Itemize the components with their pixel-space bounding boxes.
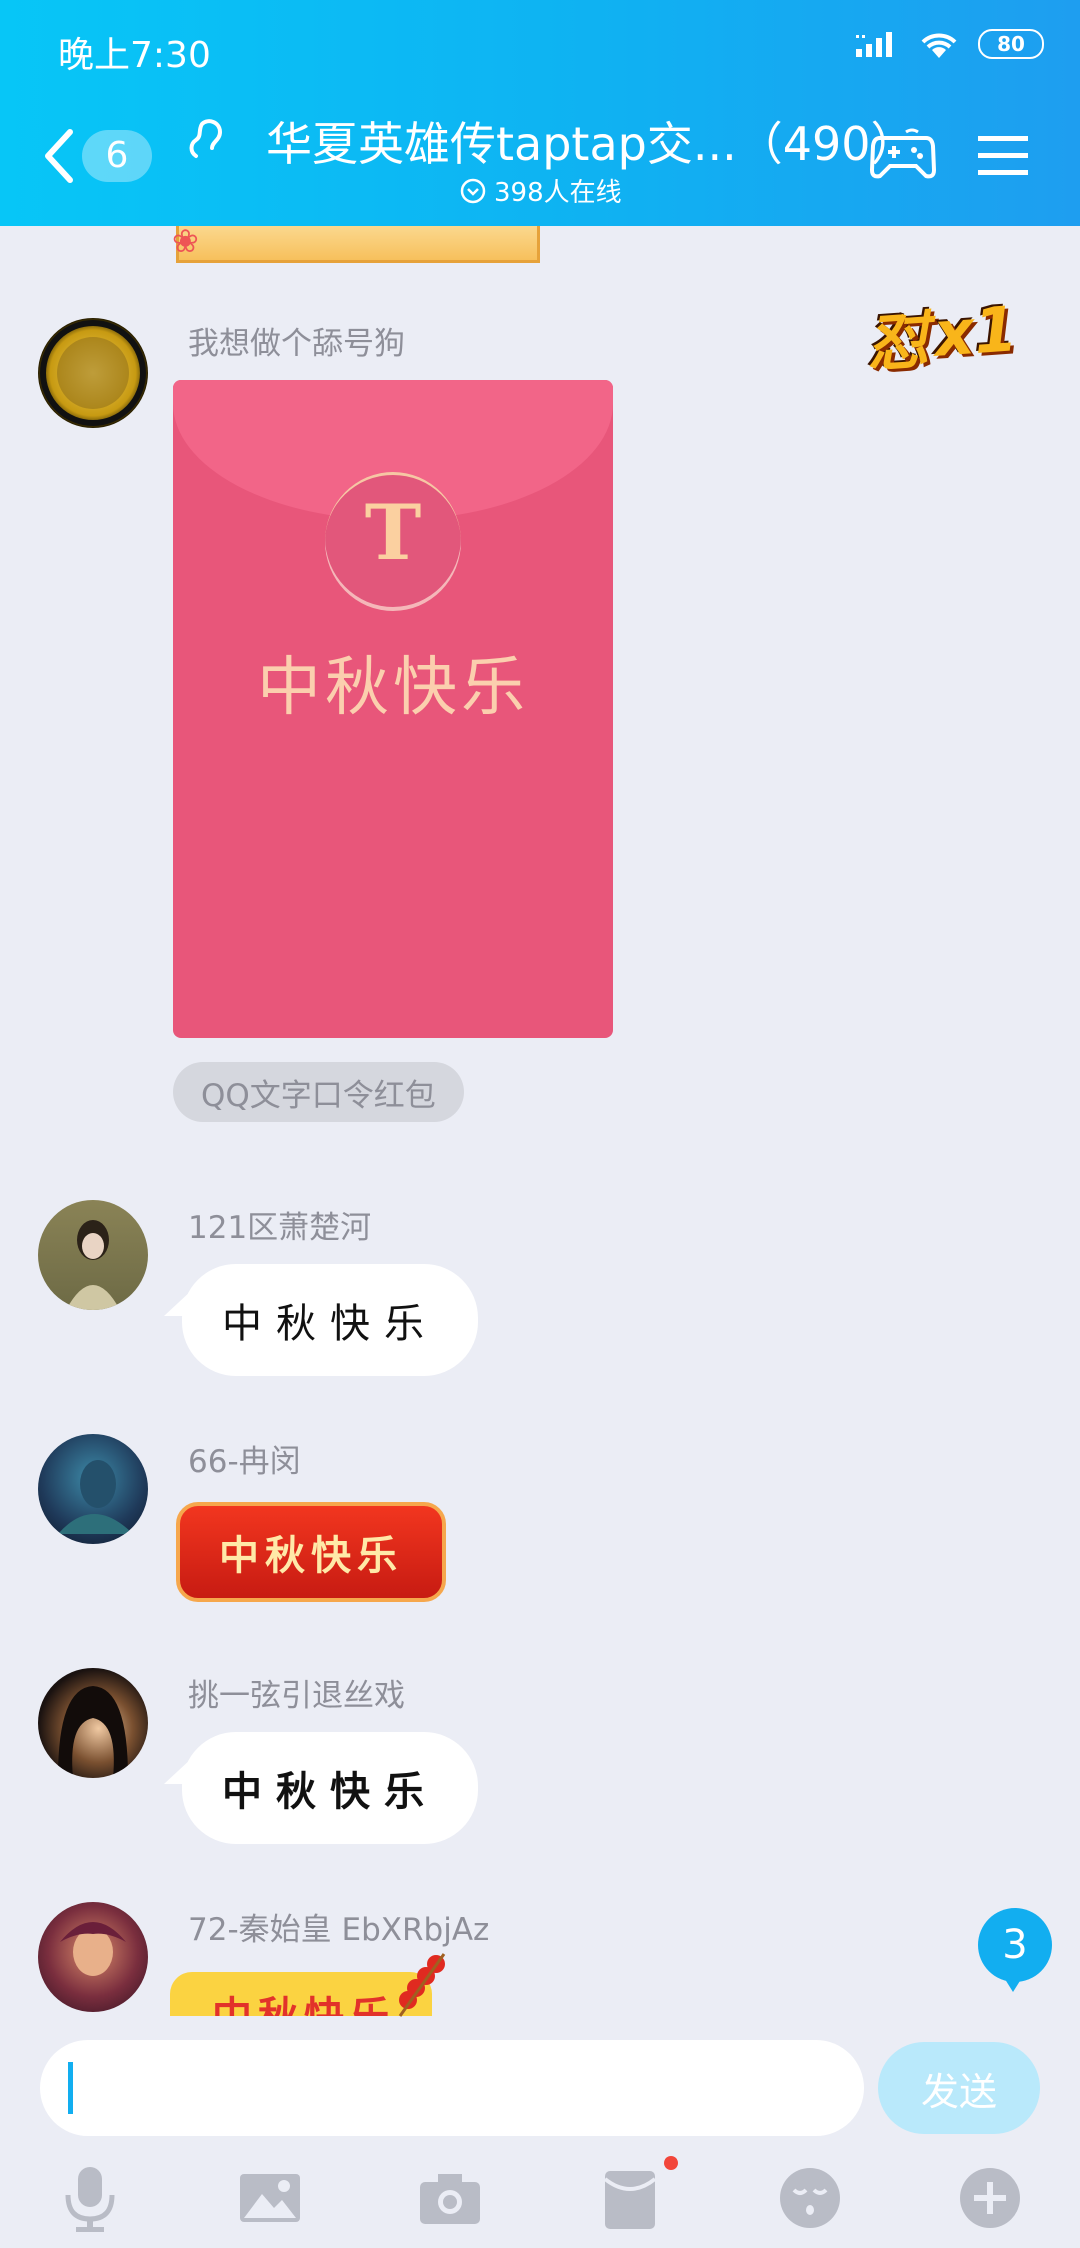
chat-header: 晚上7:30 80 6 华夏英雄传taptap交...（490） 398人在线 [0,0,1080,226]
red-packet-icon[interactable] [590,2158,670,2238]
reaction-badge[interactable]: 怼 x1 [863,279,1059,384]
status-icons: 80 [856,28,1044,60]
online-status[interactable]: 398人在线 [460,172,622,209]
text-cursor [68,2062,73,2114]
red-packet-icon: T [364,488,422,577]
red-packet-message[interactable]: T 中秋快乐 [173,380,613,1038]
avatar-portrait-icon [58,1460,133,1534]
back-chevron-icon[interactable] [40,126,80,186]
sender-name: 挑一弦引退丝戏 [188,1678,405,1714]
avatar-portrait-icon [58,1686,128,1778]
sender-name: 66-冉闵 [188,1444,301,1480]
reaction-text: 怼 [864,303,932,381]
avatar[interactable] [38,318,148,428]
message-input[interactable] [40,2040,864,2136]
input-toolbar [0,2150,1080,2248]
badge-tail [1003,1976,1023,1992]
gamepad-icon[interactable] [870,128,936,180]
message-bubble[interactable]: 中秋快乐 [182,1732,478,1844]
plus-icon[interactable] [950,2158,1030,2238]
candied-haws-icon [398,1953,446,2017]
sticker-text: 中秋快乐 [212,1984,396,2016]
emoji-icon[interactable] [770,2158,850,2238]
send-button[interactable]: 发送 [878,2042,1040,2134]
camera-icon[interactable] [410,2158,490,2238]
avatar-emblem-icon [40,320,146,426]
sender-name: 121区萧楚河 [188,1210,372,1246]
unread-count-badge[interactable]: 6 [82,130,152,182]
avatar[interactable] [38,1434,148,1544]
chevron-down-circle-icon [460,178,486,203]
status-time: 晚上7:30 [58,35,211,76]
flower-decoration-icon: ❀ [172,222,199,260]
avatar-portrait-icon [66,1220,120,1310]
avatar[interactable] [38,1668,148,1778]
new-messages-badge[interactable]: 3 [978,1908,1052,1982]
chat-title[interactable]: 华夏英雄传taptap交...（490） [266,108,917,174]
notification-dot [664,2156,678,2170]
battery-indicator: 80 [978,29,1044,59]
wifi-icon [921,33,957,58]
sender-name: 我想做个舔号狗 [188,326,405,362]
online-count: 398人在线 [494,178,622,208]
microphone-icon[interactable] [50,2158,130,2238]
sticker-bubble[interactable]: 中秋快乐 [176,1502,446,1602]
sticker-bubble[interactable]: 中秋快乐 [170,1972,432,2016]
sender-name: 72-秦始皇 EbXRbjAz [188,1912,490,1948]
avatar-portrait-icon [60,1922,126,1976]
earpiece-mode-icon[interactable] [186,116,226,166]
avatar[interactable] [38,1200,148,1310]
message-bubble[interactable]: 中秋快乐 [182,1264,478,1376]
red-packet-label: QQ文字口令红包 [173,1062,464,1122]
image-icon[interactable] [230,2158,310,2238]
reaction-count: x1 [931,291,1020,371]
avatar[interactable] [38,1902,148,2012]
menu-icon[interactable] [978,134,1028,178]
previous-card-fragment [176,226,540,263]
red-packet-greeting: 中秋快乐 [257,651,529,725]
signal-icon [856,32,892,57]
